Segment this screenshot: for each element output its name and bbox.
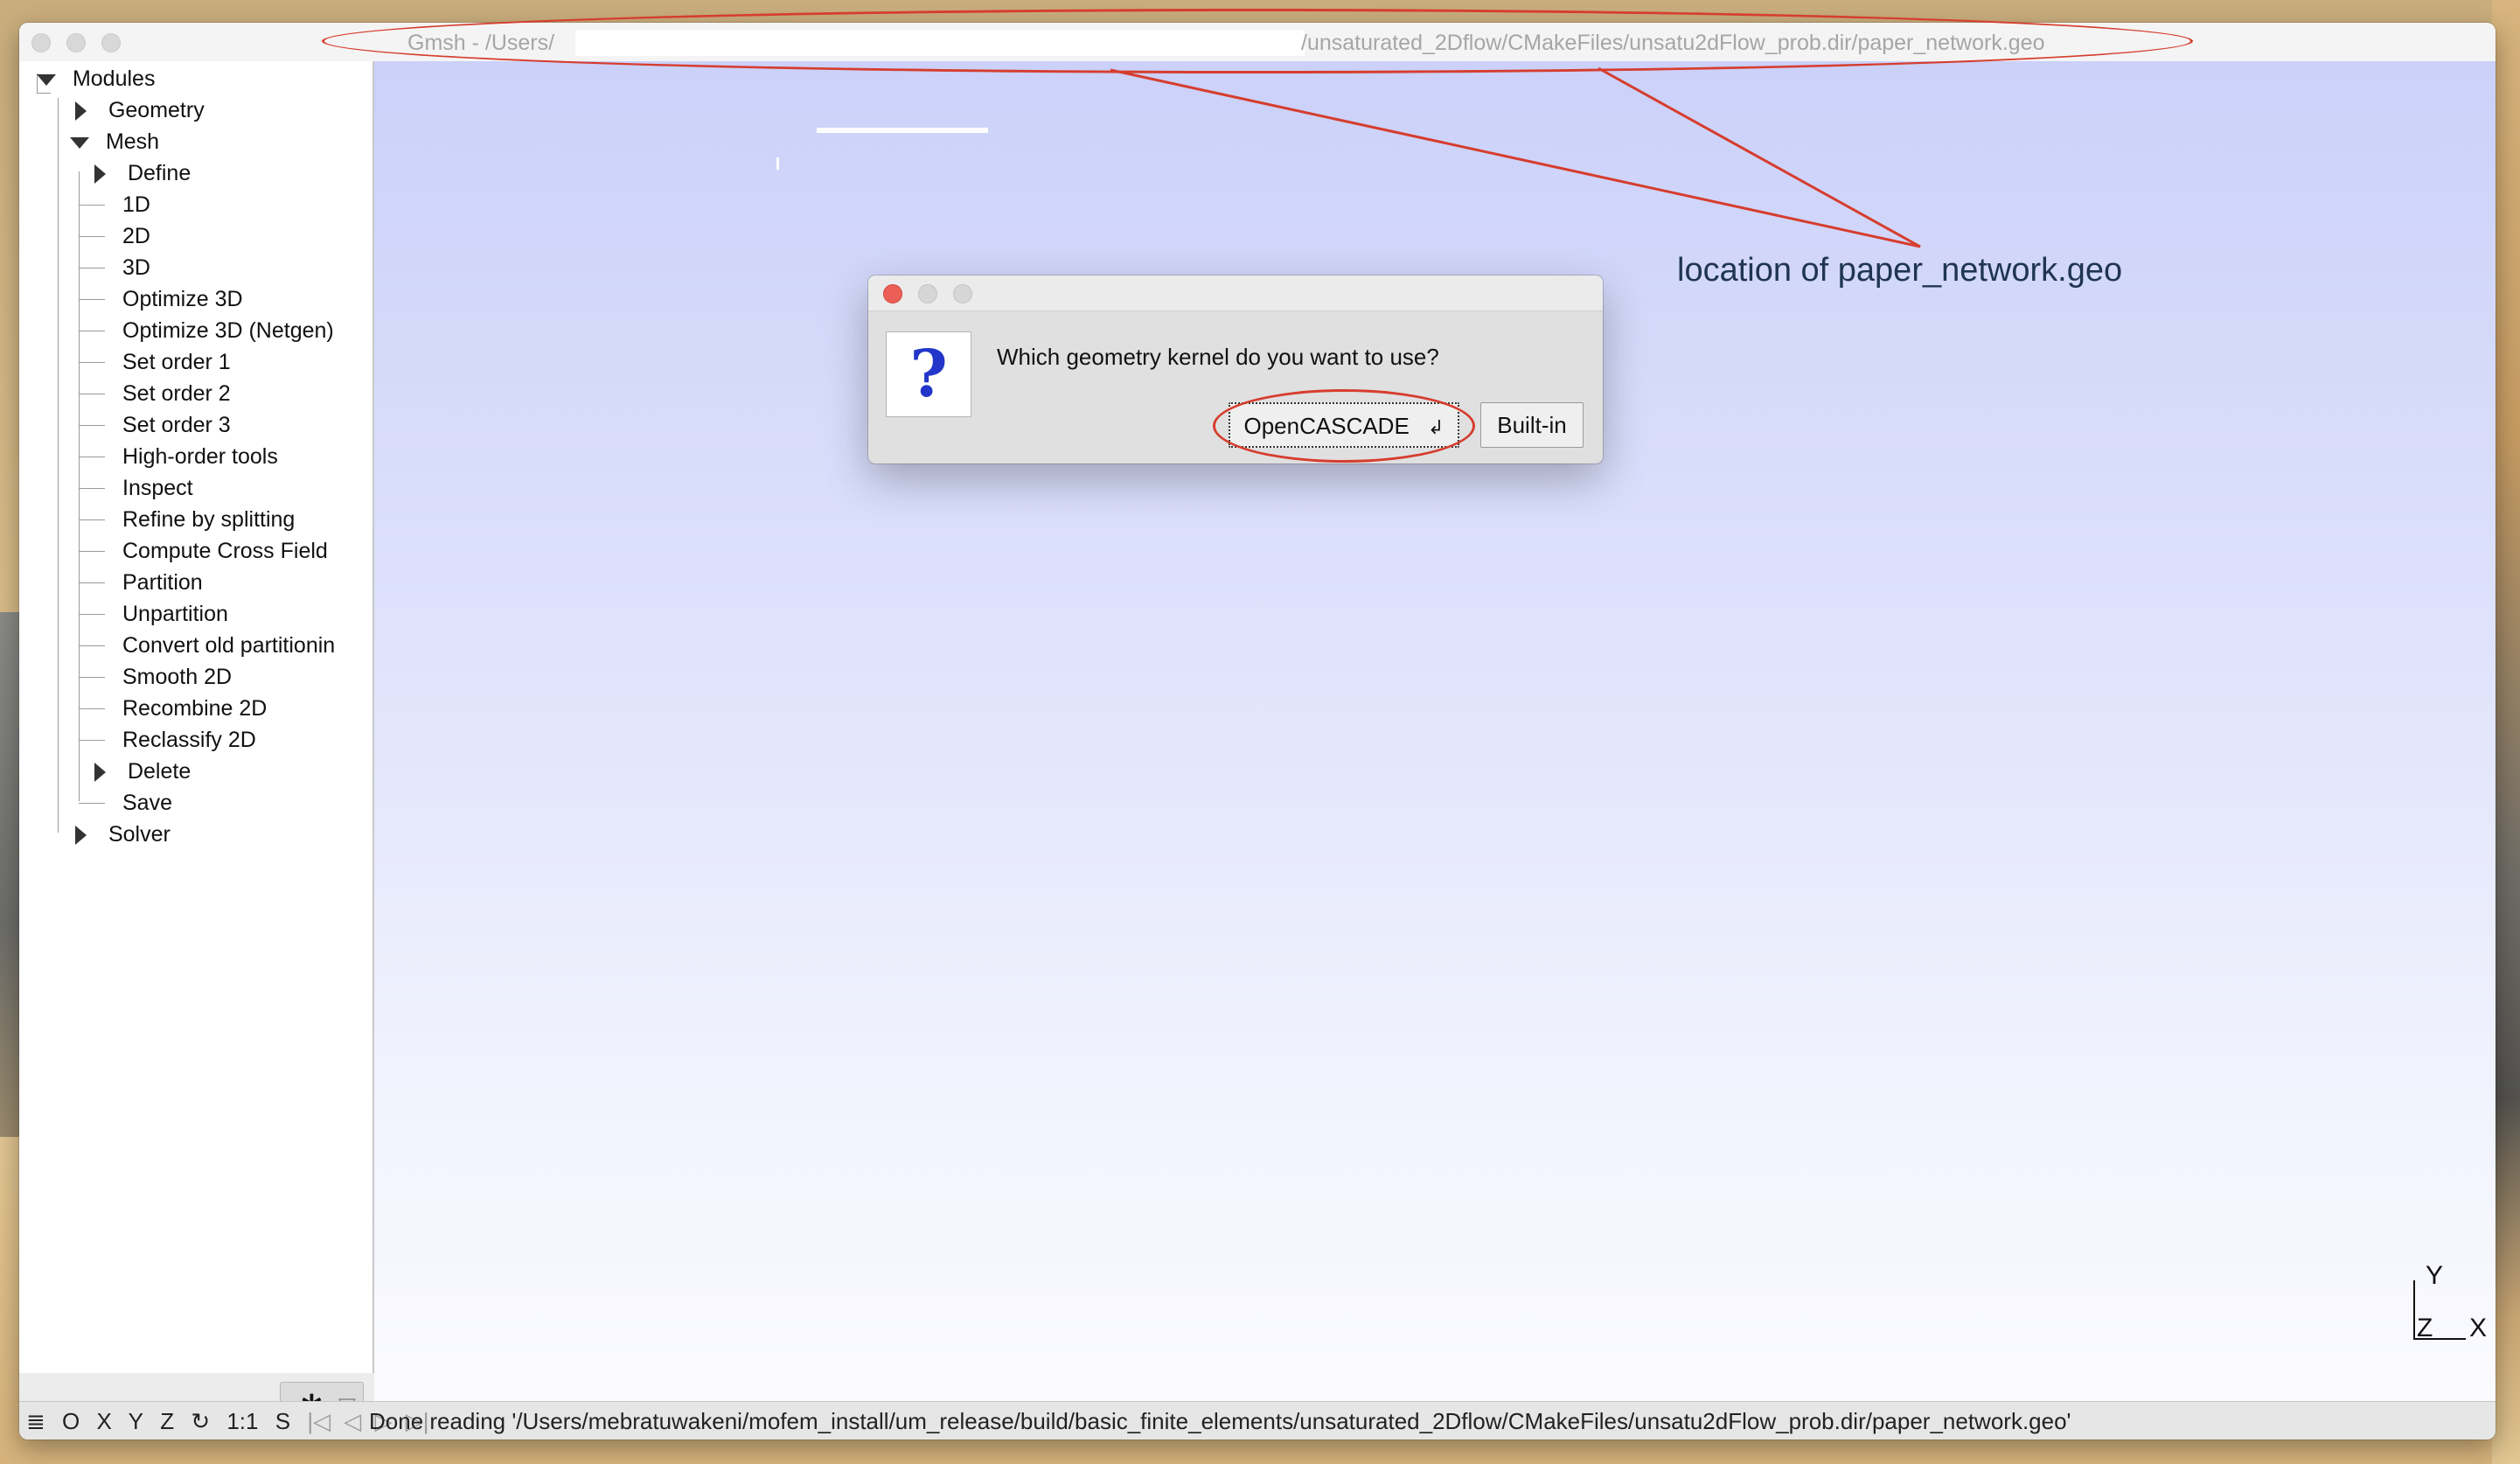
button-annotation-oval	[1213, 389, 1475, 463]
annotation-text: location of paper_network.geo	[1677, 252, 2123, 289]
question-icon: ?	[886, 331, 971, 417]
dialog-minimize-button[interactable]	[918, 284, 937, 303]
dialog-zoom-button[interactable]	[953, 284, 972, 303]
geometry-kernel-dialog: ? Which geometry kernel do you want to u…	[868, 275, 1603, 464]
dialog-message: Which geometry kernel do you want to use…	[997, 344, 1439, 370]
annotation-callout-svg	[1110, 66, 1921, 248]
callout-pointer	[1110, 66, 1921, 248]
dialog-close-button[interactable]	[883, 284, 902, 303]
builtin-button[interactable]: Built-in	[1480, 402, 1584, 448]
dialog-title-bar[interactable]	[868, 275, 1603, 311]
